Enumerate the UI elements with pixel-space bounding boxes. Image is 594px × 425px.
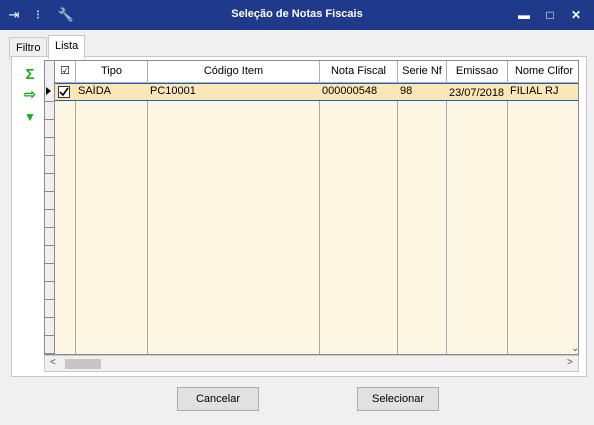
cell-tipo: SAÍDA [78, 85, 112, 97]
scroll-right-arrow-icon[interactable]: > [567, 357, 573, 368]
collapse-down-icon[interactable]: ▼ [21, 108, 39, 126]
row-separator-tick [45, 263, 55, 264]
row-separator-tick [45, 245, 55, 246]
cell-nota-fiscal: 000000548 [322, 85, 378, 97]
scrollbar-thumb[interactable] [65, 359, 101, 369]
cell-codigo-item: PC10001 [150, 85, 196, 97]
row-separator-tick [45, 281, 55, 282]
row-indicator-column [45, 61, 55, 354]
column-divider [319, 83, 320, 354]
column-header-nota-fiscal[interactable]: Nota Fiscal [320, 61, 398, 83]
maximize-button[interactable]: □ [541, 6, 559, 24]
column-header-codigo-item[interactable]: Código Item [148, 61, 320, 83]
row-separator-tick [45, 101, 55, 102]
column-header-select[interactable]: ☑ [55, 61, 76, 83]
row-separator-tick [45, 119, 55, 120]
tab-lista[interactable]: Lista [48, 35, 86, 59]
current-row-pointer-icon [46, 87, 51, 95]
cell-emissao: 23/07/2018 [449, 87, 505, 99]
sum-icon[interactable]: Σ [21, 65, 39, 83]
column-header-nome-clifor[interactable]: Nome Clifor [508, 61, 578, 83]
row-separator-tick [45, 317, 55, 318]
row-separator-tick [45, 227, 55, 228]
column-divider [446, 83, 447, 354]
row-separator-tick [45, 353, 55, 354]
row-separator-tick [45, 191, 55, 192]
row-separator-tick [45, 173, 55, 174]
column-header-tipo[interactable]: Tipo [76, 61, 148, 83]
checkmark-icon [59, 87, 69, 97]
row-separator-tick [45, 335, 55, 336]
cancel-button[interactable]: Cancelar [177, 387, 259, 411]
scroll-left-arrow-icon[interactable]: < [50, 357, 56, 368]
row-checkbox[interactable] [58, 86, 70, 98]
horizontal-scrollbar[interactable]: < > [44, 355, 579, 372]
cell-serie-nf: 98 [400, 85, 413, 97]
row-separator-tick [45, 155, 55, 156]
row-separator-tick [45, 209, 55, 210]
title-bar: ⇥ ⁝ 🔧 Seleção de Notas Fiscais ▬ □ ✕ [0, 0, 594, 30]
list-panel: Σ ⇨ ▼ ☑ Tipo Código Item Nota Fiscal Ser… [11, 56, 587, 377]
cell-nome-clifor: FILIAL RJ [510, 85, 559, 97]
column-divider [147, 83, 148, 354]
table-row[interactable]: SAÍDA PC10001 000000548 98 23/07/2018 FI… [55, 83, 578, 101]
column-divider [397, 83, 398, 354]
close-button[interactable]: ✕ [567, 6, 585, 24]
column-divider [507, 83, 508, 354]
row-separator-tick [45, 137, 55, 138]
scroll-down-arrow-icon[interactable]: ⌄ [571, 343, 578, 354]
notas-grid[interactable]: ☑ Tipo Código Item Nota Fiscal Serie Nf … [44, 60, 579, 355]
select-button[interactable]: Selecionar [357, 387, 439, 411]
export-icon[interactable]: ⇨ [21, 85, 39, 103]
minimize-button[interactable]: ▬ [515, 6, 533, 24]
window-title: Seleção de Notas Fiscais [231, 8, 363, 20]
row-separator-tick [45, 299, 55, 300]
column-header-serie-nf[interactable]: Serie Nf [398, 61, 447, 83]
column-divider [75, 83, 76, 354]
column-header-emissao[interactable]: Emissao [447, 61, 508, 83]
dialog-body: Filtro Lista Σ ⇨ ▼ ☑ Tipo Código Item No… [2, 30, 592, 423]
